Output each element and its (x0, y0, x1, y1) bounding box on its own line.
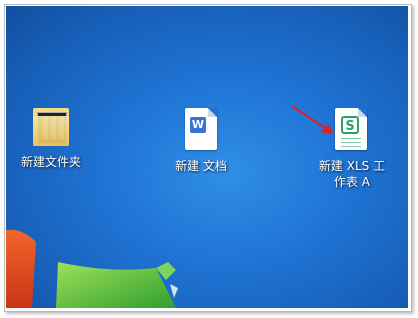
folder-icon (27, 102, 75, 150)
wps-writer-document-icon: W (177, 106, 225, 154)
desktop-icon-label: 新建 XLS 工作表 A (318, 159, 386, 189)
windows-logo-icon (6, 229, 178, 308)
desktop-icon-new-folder[interactable]: 新建文件夹 (6, 102, 96, 170)
desktop-icon-label: 新建 文档 (175, 159, 227, 173)
desktop-icon-new-document[interactable]: W 新建 文档 (156, 106, 246, 174)
desktop: 新建文件夹 W 新建 文档 S 新建 XLS 工作表 A (6, 6, 408, 308)
desktop-icon-label: 新建文件夹 (20, 155, 81, 169)
red-arrow-icon (291, 105, 334, 134)
